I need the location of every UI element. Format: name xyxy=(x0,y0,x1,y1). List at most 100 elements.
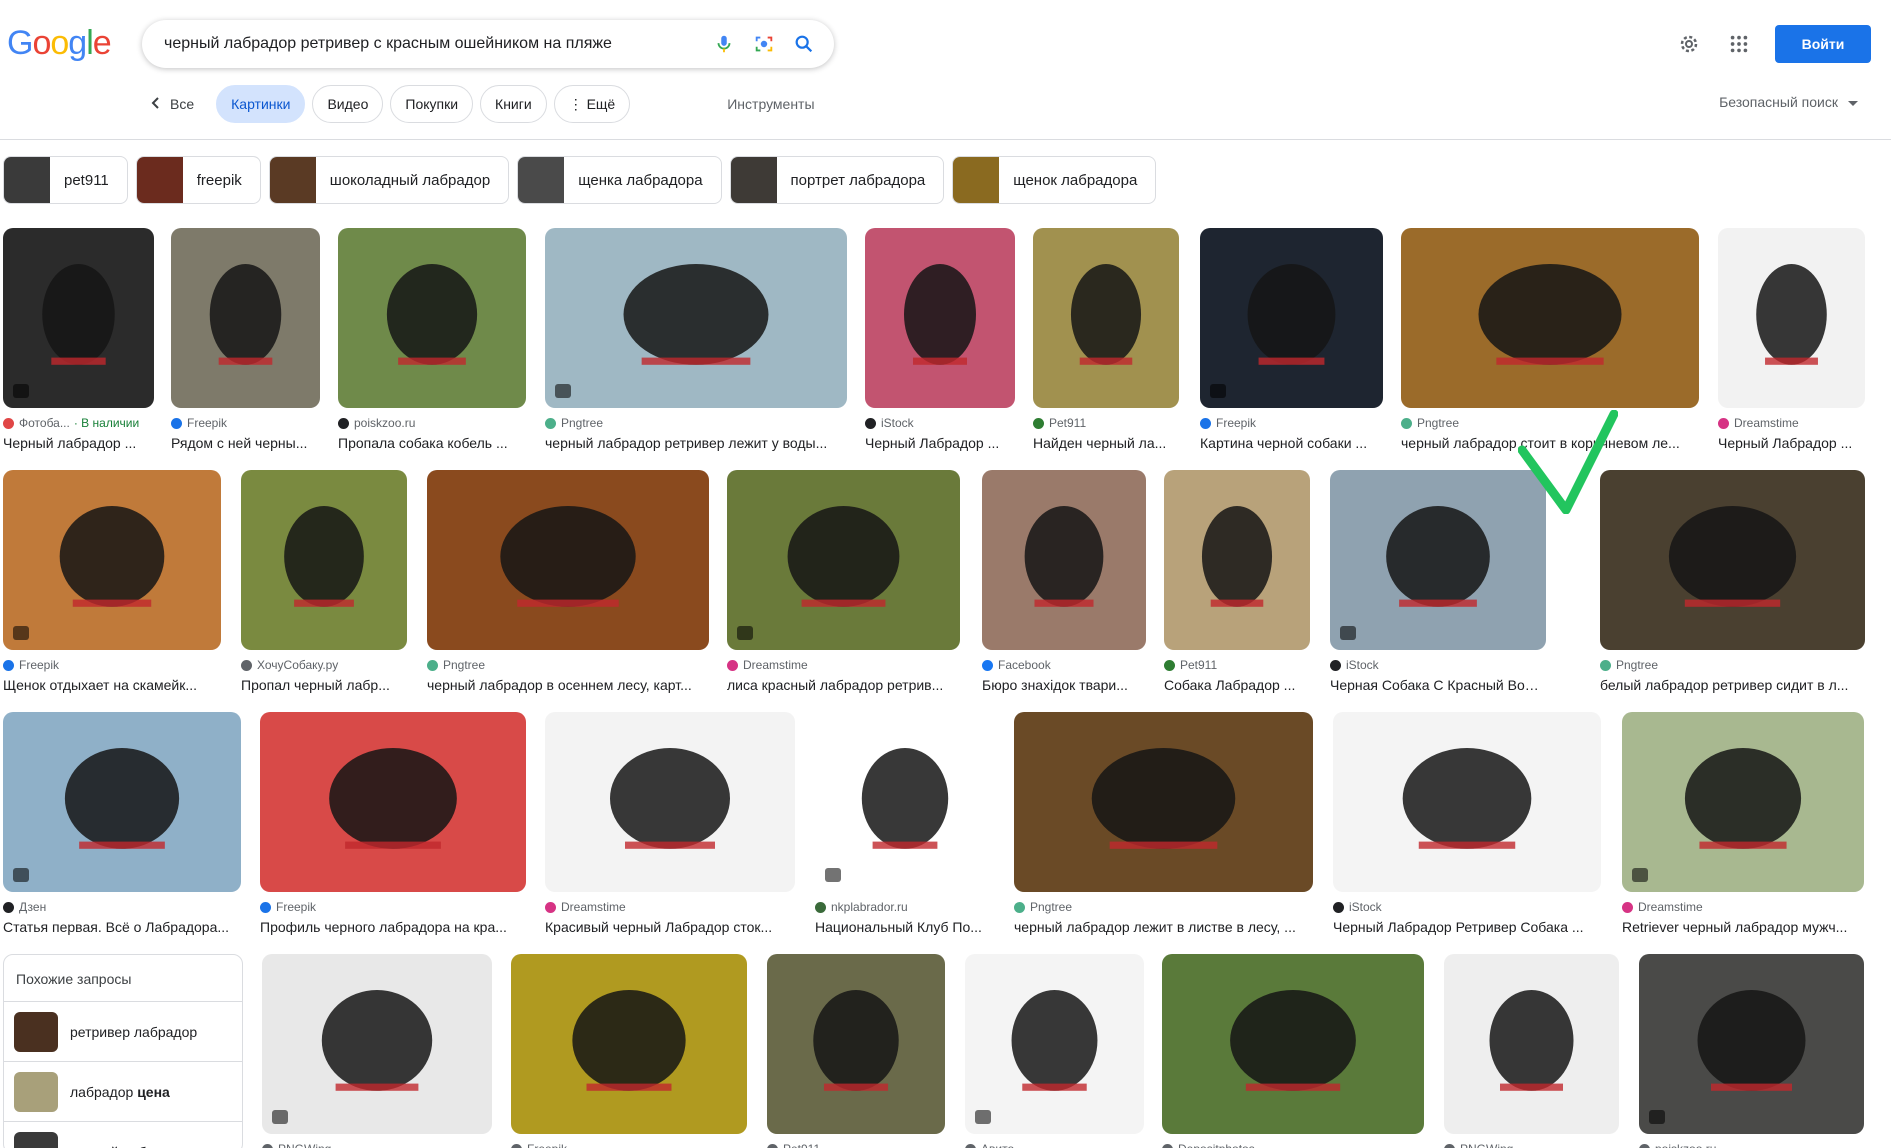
image-source[interactable]: Freepik xyxy=(511,1142,747,1148)
image-thumbnail[interactable] xyxy=(1162,954,1424,1134)
image-source[interactable]: Pngtree xyxy=(1600,658,1865,672)
image-result[interactable]: Dreamstime Retriever черный лабрадор мужч… xyxy=(1622,712,1864,950)
image-source[interactable]: Фотоба... · В наличии xyxy=(3,416,154,430)
image-result[interactable]: Pngtree черный лабрадор в осеннем лесу, к… xyxy=(427,470,709,708)
image-title[interactable]: Черный Лабрадор Ретривер Собака ... xyxy=(1333,919,1601,935)
tab-chip[interactable]: ⋮ Ещё xyxy=(553,85,631,123)
image-thumbnail[interactable] xyxy=(171,228,320,408)
image-result[interactable]: Dreamstime лиса красный лабрадор ретрив..… xyxy=(727,470,960,708)
image-source[interactable]: Дзен xyxy=(3,900,241,914)
image-thumbnail[interactable] xyxy=(1401,228,1699,408)
image-source[interactable]: Pngtree xyxy=(545,416,847,430)
image-thumbnail[interactable] xyxy=(1333,712,1601,892)
search-box[interactable]: черный лабрадор ретривер с красным ошейн… xyxy=(142,20,834,68)
image-thumbnail[interactable] xyxy=(3,712,241,892)
image-source[interactable]: PNGWing xyxy=(1444,1142,1619,1148)
image-result[interactable]: Pet911 xyxy=(767,954,945,1148)
image-source[interactable]: Depositphotos xyxy=(1162,1142,1424,1148)
image-thumbnail[interactable] xyxy=(982,470,1146,650)
image-thumbnail[interactable] xyxy=(1600,470,1865,650)
image-title[interactable]: Статья первая. Всё о Лабрадора... xyxy=(3,919,241,935)
image-result[interactable]: iStock Черный Лабрадор ... xyxy=(865,228,1015,466)
image-result[interactable]: Freepik Щенок отдыхает на скамейк... xyxy=(3,470,221,708)
image-source[interactable]: Freepik xyxy=(1200,416,1383,430)
tab-chip[interactable]: Книги xyxy=(480,85,547,123)
image-result[interactable]: poiskzoo.ru Пропала собака кобель ... xyxy=(338,228,526,466)
image-source[interactable]: iStock xyxy=(1330,658,1546,672)
image-title[interactable]: Пропал черный лабр... xyxy=(241,677,407,693)
safe-search-dropdown[interactable]: Безопасный поиск xyxy=(1719,94,1858,110)
image-result[interactable]: Freepik xyxy=(511,954,747,1148)
image-source[interactable]: Dreamstime xyxy=(545,900,795,914)
image-title[interactable]: лиса красный лабрадор ретрив... xyxy=(727,677,960,693)
image-thumbnail[interactable] xyxy=(1164,470,1310,650)
image-thumbnail[interactable] xyxy=(241,470,407,650)
image-title[interactable]: Картина черной собаки ... xyxy=(1200,435,1383,451)
image-result[interactable]: iStock Черная Собака С Красный Воротн... xyxy=(1330,470,1546,708)
search-icon[interactable] xyxy=(784,24,824,64)
image-source[interactable]: Pngtree xyxy=(1014,900,1313,914)
image-thumbnail[interactable] xyxy=(427,470,709,650)
apps-grid-icon[interactable] xyxy=(1719,24,1759,64)
image-title[interactable]: черный лабрадор в осеннем лесу, карт... xyxy=(427,677,709,693)
image-thumbnail[interactable] xyxy=(1200,228,1383,408)
image-source[interactable]: Pet911 xyxy=(767,1142,945,1148)
image-thumbnail[interactable] xyxy=(260,712,526,892)
image-result[interactable]: Dreamstime Красивый черный Лабрадор сток.… xyxy=(545,712,795,950)
tab-chip[interactable]: Картинки xyxy=(216,85,306,123)
image-title[interactable]: Собака Лабрадор ... xyxy=(1164,677,1310,693)
image-thumbnail[interactable] xyxy=(1330,470,1546,650)
image-thumbnail[interactable] xyxy=(815,712,995,892)
image-thumbnail[interactable] xyxy=(1622,712,1864,892)
image-title[interactable]: Черная Собака С Красный Воротн... xyxy=(1330,677,1546,693)
image-thumbnail[interactable] xyxy=(3,470,221,650)
image-source[interactable]: PNGWing xyxy=(262,1142,492,1148)
image-title[interactable]: черный лабрадор ретривер лежит у воды... xyxy=(545,435,847,451)
image-result[interactable]: PNGWing xyxy=(262,954,492,1148)
suggestion-chip[interactable]: портрет лабрадора xyxy=(729,156,945,204)
image-result[interactable]: iStock Черный Лабрадор Ретривер Собака ..… xyxy=(1333,712,1601,950)
image-result[interactable]: Pngtree черный лабрадор ретривер лежит у … xyxy=(545,228,847,466)
image-source[interactable]: Freepik xyxy=(3,658,221,672)
image-result[interactable]: Depositphotos xyxy=(1162,954,1424,1148)
image-title[interactable]: Черный Лабрадор ... xyxy=(1718,435,1865,451)
image-result[interactable]: Pngtree черный лабрадор лежит в листве в … xyxy=(1014,712,1313,950)
related-search-item[interactable]: ретривер лабрадор xyxy=(4,1001,242,1061)
image-title[interactable]: Черный Лабрадор ... xyxy=(865,435,1015,451)
image-thumbnail[interactable] xyxy=(3,228,154,408)
suggestion-chip[interactable]: pet911 xyxy=(3,156,128,204)
image-result[interactable]: Pngtree белый лабрадор ретривер сидит в л… xyxy=(1600,470,1865,708)
image-title[interactable]: Пропала собака кобель ... xyxy=(338,435,526,451)
image-source[interactable]: Freepik xyxy=(171,416,320,430)
image-source[interactable]: poiskzoo.ru xyxy=(338,416,526,430)
image-source[interactable]: Pet911 xyxy=(1164,658,1310,672)
image-source[interactable]: ХочуСобаку.ру xyxy=(241,658,407,672)
image-source[interactable]: nkplabrador.ru xyxy=(815,900,995,914)
image-result[interactable]: Dreamstime Черный Лабрадор ... xyxy=(1718,228,1865,466)
tab-chip[interactable]: Покупки xyxy=(390,85,474,123)
image-title[interactable]: Найден черный ла... xyxy=(1033,435,1179,451)
image-source[interactable]: Facebook xyxy=(982,658,1146,672)
suggestion-chip[interactable]: шоколадный лабрадор xyxy=(268,156,510,204)
image-title[interactable]: Черный лабрадор ... xyxy=(3,435,154,451)
image-title[interactable]: Щенок отдыхает на скамейк... xyxy=(3,677,221,693)
image-title[interactable]: Красивый черный Лабрадор сток... xyxy=(545,919,795,935)
google-logo[interactable]: Google xyxy=(7,24,112,63)
image-thumbnail[interactable] xyxy=(262,954,492,1134)
image-result[interactable]: nkplabrador.ru Национальный Клуб По... xyxy=(815,712,995,950)
image-source[interactable]: Dreamstime xyxy=(1622,900,1864,914)
suggestion-chip[interactable]: щенок лабрадора xyxy=(952,156,1157,204)
search-input[interactable]: черный лабрадор ретривер с красным ошейн… xyxy=(164,35,704,53)
image-thumbnail[interactable] xyxy=(965,954,1144,1134)
image-title[interactable]: черный лабрадор лежит в листве в лесу, .… xyxy=(1014,919,1313,935)
image-result[interactable]: ХочуСобаку.ру Пропал черный лабр... xyxy=(241,470,407,708)
image-source[interactable]: Авито xyxy=(965,1142,1144,1148)
image-source[interactable]: poiskzoo.ru xyxy=(1639,1142,1864,1148)
image-thumbnail[interactable] xyxy=(545,712,795,892)
image-source[interactable]: Pet911 xyxy=(1033,416,1179,430)
image-thumbnail[interactable] xyxy=(865,228,1015,408)
image-thumbnail[interactable] xyxy=(1639,954,1864,1134)
suggestion-chip[interactable]: freepik xyxy=(135,156,261,204)
related-search-item[interactable]: черный лабрадор щенок xyxy=(4,1121,242,1148)
image-result[interactable]: PNGWing xyxy=(1444,954,1619,1148)
